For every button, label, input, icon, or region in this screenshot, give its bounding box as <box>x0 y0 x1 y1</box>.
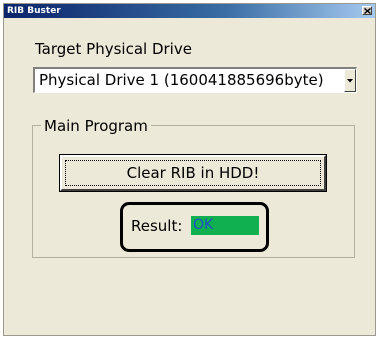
result-label: Result: <box>131 217 183 235</box>
target-drive-label: Target Physical Drive <box>35 40 192 58</box>
drive-select-value: Physical Drive 1 (160041885696byte) <box>39 71 324 89</box>
drive-dropdown-button[interactable] <box>344 69 356 92</box>
title-bar[interactable]: RIB Buster <box>4 4 375 18</box>
chevron-down-icon <box>347 79 353 83</box>
main-program-title: Main Program <box>41 117 151 135</box>
app-window: RIB Buster Target Physical Drive Physica… <box>3 3 376 336</box>
close-icon <box>364 8 371 14</box>
close-button[interactable] <box>362 6 372 15</box>
result-value: OK <box>191 216 259 235</box>
drive-select[interactable]: Physical Drive 1 (160041885696byte) <box>33 67 357 93</box>
clear-rib-button-label: Clear RIB in HDD! <box>126 164 260 182</box>
clear-rib-button[interactable]: Clear RIB in HDD! <box>59 154 327 192</box>
window-title: RIB Buster <box>7 6 61 16</box>
